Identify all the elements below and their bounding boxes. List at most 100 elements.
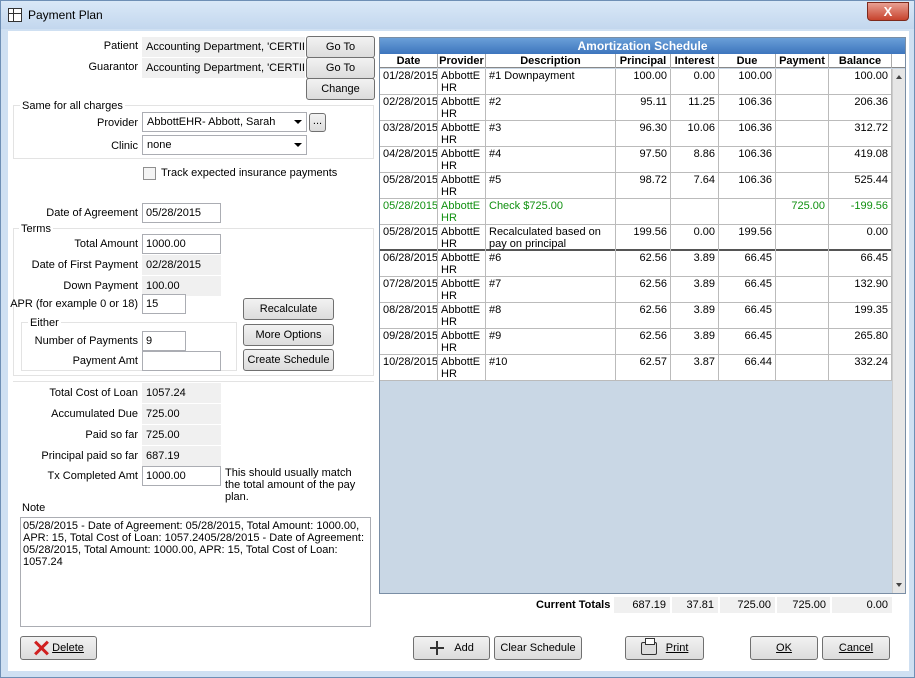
cell-interest: 3.89 [671, 303, 719, 329]
clinic-select[interactable]: none [142, 135, 307, 155]
totals-principal: 687.19 [614, 597, 670, 613]
cell-description: #3 [486, 121, 616, 147]
title-bar: Payment Plan X [1, 1, 914, 29]
cell-principal: 62.56 [616, 329, 671, 355]
cell-due [719, 199, 776, 225]
table-row[interactable]: 05/28/2015 AbbottE HR Check $725.00 725.00-… [380, 199, 892, 225]
table-row[interactable]: 02/28/2015 AbbottE HR #2 95.11 11.25 106.36 20… [380, 95, 892, 121]
header-principal[interactable]: Principal [616, 54, 671, 68]
cell-provider: AbbottE HR [438, 329, 486, 355]
recalculate-button[interactable]: Recalculate [243, 298, 334, 320]
cell-interest: 7.64 [671, 173, 719, 199]
provider-select[interactable]: AbbottEHR- Abbott, Sarah [142, 112, 307, 132]
table-row[interactable]: 01/28/2015 AbbottE HR #1 Downpayment 100.00… [380, 69, 892, 95]
cell-date: 06/28/2015 [380, 251, 438, 277]
provider-label: Provider [97, 117, 138, 129]
ok-button-label: OK [776, 642, 792, 654]
cell-principal: 96.30 [616, 121, 671, 147]
clear-schedule-button[interactable]: Clear Schedule [494, 636, 582, 660]
cell-payment [776, 95, 829, 121]
create-schedule-button[interactable]: Create Schedule [243, 349, 334, 371]
table-row[interactable]: 08/28/2015 AbbottE HR #8 62.56 3.89 66.45 199.… [380, 303, 892, 329]
add-button[interactable]: Add [413, 636, 490, 660]
cell-balance: 132.90 [829, 277, 892, 303]
cell-due: 106.36 [719, 95, 776, 121]
cell-interest: 3.89 [671, 329, 719, 355]
cancel-button[interactable]: Cancel [822, 636, 890, 660]
table-row[interactable]: 03/28/2015 AbbottE HR #3 96.30 10.06 106.36 31… [380, 121, 892, 147]
table-row[interactable]: 06/28/2015 AbbottE HR #6 62.56 3.89 66.45 66.4… [380, 251, 892, 277]
table-row[interactable]: 10/28/2015 AbbottE HR #10 62.57 3.87 66.44 332… [380, 355, 892, 381]
cell-interest: 3.87 [671, 355, 719, 381]
table-row[interactable]: 05/28/2015 AbbottE HR #5 98.72 7.64 106.36 525… [380, 173, 892, 199]
num-payments-input[interactable]: 9 [142, 331, 186, 351]
cell-principal: 62.56 [616, 303, 671, 329]
total-amount-input[interactable]: 1000.00 [142, 234, 221, 254]
guarantor-label: Guarantor [88, 61, 138, 73]
grid-title: Amortization Schedule [380, 38, 905, 54]
cell-principal: 62.56 [616, 277, 671, 303]
vertical-scrollbar[interactable] [892, 69, 905, 593]
cell-due: 106.36 [719, 173, 776, 199]
table-row[interactable]: 05/28/2015 AbbottE HR Recalculated based o… [380, 225, 892, 251]
track-insurance-label: Track expected insurance payments [161, 167, 338, 179]
cell-description: #1 Downpayment [486, 69, 616, 95]
clinic-label: Clinic [111, 140, 138, 152]
table-row[interactable]: 07/28/2015 AbbottE HR #7 62.56 3.89 66.45 132.… [380, 277, 892, 303]
patient-goto-button[interactable]: Go To [306, 36, 375, 58]
agreement-date-label: Date of Agreement [46, 207, 138, 219]
totals-balance: 0.00 [832, 597, 892, 613]
guarantor-goto-button[interactable]: Go To [306, 57, 375, 79]
clinic-select-value: none [147, 139, 172, 151]
cell-description: #6 [486, 251, 616, 277]
table-row[interactable]: 04/28/2015 AbbottE HR #4 97.50 8.86 106.36 419… [380, 147, 892, 173]
cell-payment [776, 121, 829, 147]
cell-due: 66.45 [719, 251, 776, 277]
delete-button[interactable]: Delete [20, 636, 97, 660]
header-balance[interactable]: Balance [829, 54, 892, 68]
totals-payment: 725.00 [777, 597, 830, 613]
track-insurance-checkbox[interactable] [143, 167, 156, 180]
cell-due: 66.45 [719, 303, 776, 329]
cell-interest: 11.25 [671, 95, 719, 121]
header-description[interactable]: Description [486, 54, 616, 68]
cell-due: 199.56 [719, 225, 776, 251]
header-payment[interactable]: Payment [776, 54, 829, 68]
tx-completed-input[interactable]: 1000.00 [142, 466, 221, 486]
cell-date: 05/28/2015 [380, 173, 438, 199]
provider-select-value: AbbottEHR- Abbott, Sarah [147, 116, 276, 128]
cell-description: #5 [486, 173, 616, 199]
cell-date: 09/28/2015 [380, 329, 438, 355]
note-textarea[interactable]: 05/28/2015 - Date of Agreement: 05/28/20… [20, 517, 371, 627]
total-cost-field: 1057.24 [142, 383, 221, 403]
print-button[interactable]: Print [625, 636, 704, 660]
agreement-date-input[interactable]: 05/28/2015 [142, 203, 221, 223]
table-row[interactable]: 09/28/2015 AbbottE HR #9 62.56 3.89 66.45 265.… [380, 329, 892, 355]
more-options-button[interactable]: More Options [243, 324, 334, 346]
current-totals-label: Current Totals [536, 599, 611, 611]
payment-amt-input[interactable] [142, 351, 221, 371]
totals-due: 725.00 [720, 597, 775, 613]
header-interest[interactable]: Interest [671, 54, 719, 68]
cell-principal [616, 199, 671, 225]
cell-provider: AbbottE HR [438, 95, 486, 121]
provider-pick-button[interactable]: ... [309, 113, 326, 132]
apr-input[interactable]: 15 [142, 294, 186, 314]
close-button[interactable]: X [867, 2, 909, 21]
cell-provider: AbbottE HR [438, 69, 486, 95]
header-provider[interactable]: Provider [438, 54, 486, 68]
down-payment-field: 100.00 [142, 276, 221, 296]
scroll-up-icon [896, 75, 902, 79]
header-date[interactable]: Date [380, 54, 438, 68]
cell-description: #4 [486, 147, 616, 173]
change-button[interactable]: Change [306, 78, 375, 100]
header-due[interactable]: Due [719, 54, 776, 68]
cell-payment [776, 303, 829, 329]
cell-payment [776, 277, 829, 303]
down-payment-label: Down Payment [63, 280, 138, 292]
cell-balance: 525.44 [829, 173, 892, 199]
cell-provider: AbbottE HR [438, 355, 486, 381]
ok-button[interactable]: OK [750, 636, 818, 660]
cell-principal: 199.56 [616, 225, 671, 251]
payment-plan-window: Payment Plan X Patient Accounting Depart… [0, 0, 915, 678]
